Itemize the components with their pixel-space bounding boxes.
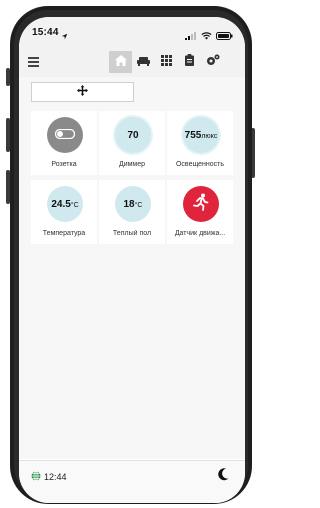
- devices-tab[interactable]: [155, 51, 178, 73]
- tile-value: 18°C: [123, 198, 143, 210]
- phone-screen: 15:44 Розетка 70 Диммер 755люкс Освещенн…: [19, 17, 245, 503]
- moon-icon[interactable]: [217, 468, 229, 486]
- tile-socket[interactable]: Розетка: [31, 111, 97, 175]
- home-icon: [114, 53, 127, 71]
- footer-bar: 12:44: [19, 460, 245, 503]
- tile-label: Розетка: [51, 161, 77, 168]
- signal-icon: [185, 27, 197, 45]
- tile-motion-sensor[interactable]: Датчик движа...: [167, 180, 233, 244]
- dimmer-sun-icon: 70: [115, 117, 151, 153]
- tile-label: Диммер: [118, 161, 146, 168]
- grid-icon: [161, 53, 172, 71]
- menu-icon[interactable]: [28, 57, 39, 67]
- tile-label: Температура: [42, 230, 86, 237]
- globe-icon: [31, 471, 41, 483]
- scenarios-tab[interactable]: [178, 51, 201, 73]
- tile-motion-circle: [183, 186, 219, 222]
- thermometer-icon: 18°C: [115, 186, 151, 222]
- running-person-icon: [192, 193, 210, 216]
- tile-value: 755люкс: [184, 129, 218, 141]
- move-handle[interactable]: [31, 82, 134, 102]
- footer-clock: 12:44: [31, 471, 67, 483]
- battery-icon: [216, 27, 233, 45]
- home-tab[interactable]: [109, 51, 132, 73]
- sofa-icon: [137, 53, 150, 71]
- tile-value: 70: [127, 129, 139, 141]
- tile-socket-circle: [47, 117, 83, 153]
- tile-label: Теплый пол: [112, 230, 152, 237]
- illuminance-sun-icon: 755люкс: [183, 117, 219, 153]
- status-bar: 15:44: [19, 17, 245, 47]
- move-arrows-icon: [77, 83, 88, 101]
- toggle-icon: [54, 126, 76, 144]
- location-arrow-icon: [61, 27, 68, 45]
- footer-time: 12:44: [44, 472, 67, 482]
- wifi-icon: [201, 27, 212, 45]
- tile-temperature[interactable]: 24.5°C Температура: [31, 180, 97, 244]
- settings-icon: [206, 53, 220, 71]
- settings-tab[interactable]: [201, 51, 224, 73]
- thermometer-icon: 24.5°C: [47, 186, 83, 222]
- tile-label: Освещенность: [175, 161, 225, 168]
- tile-value: 24.5°C: [51, 198, 79, 210]
- clipboard-icon: [185, 53, 194, 71]
- top-toolbar: [19, 47, 245, 77]
- tile-dimmer[interactable]: 70 Диммер: [99, 111, 165, 175]
- tile-floor-heating[interactable]: 18°C Теплый пол: [99, 180, 165, 244]
- status-time: 15:44: [32, 27, 59, 38]
- rooms-tab[interactable]: [132, 51, 155, 73]
- tile-illuminance[interactable]: 755люкс Освещенность: [167, 111, 233, 175]
- tile-label: Датчик движа...: [174, 230, 226, 237]
